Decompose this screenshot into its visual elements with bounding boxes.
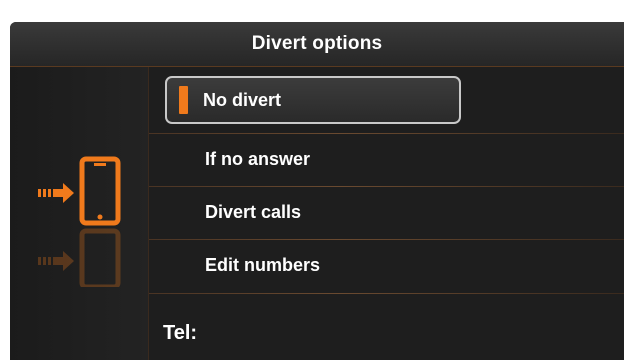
menu-item-if-no-answer[interactable]: If no answer bbox=[149, 133, 624, 186]
divider bbox=[149, 293, 624, 294]
menu-item-divert-calls[interactable]: Divert calls bbox=[149, 186, 624, 239]
title-bar: Divert options bbox=[10, 22, 624, 67]
menu-item-no-divert[interactable]: No divert bbox=[165, 76, 461, 124]
divert-menu: No divert If no answer Divert calls Edit… bbox=[149, 67, 624, 360]
menu-item-label: Edit numbers bbox=[205, 255, 321, 275]
menu-item-label: Divert calls bbox=[205, 202, 302, 222]
phone-divert-icon bbox=[38, 156, 121, 287]
side-panel bbox=[10, 67, 149, 360]
tel-label: Tel: bbox=[163, 322, 198, 344]
selection-indicator bbox=[179, 86, 188, 114]
divert-options-screen: Divert options No divert If no answer Di… bbox=[10, 22, 624, 360]
menu-item-edit-numbers[interactable]: Edit numbers bbox=[149, 239, 624, 292]
menu-item-label: If no answer bbox=[205, 149, 311, 169]
page-title: Divert options bbox=[251, 33, 383, 54]
menu-item-label: No divert bbox=[203, 90, 282, 110]
